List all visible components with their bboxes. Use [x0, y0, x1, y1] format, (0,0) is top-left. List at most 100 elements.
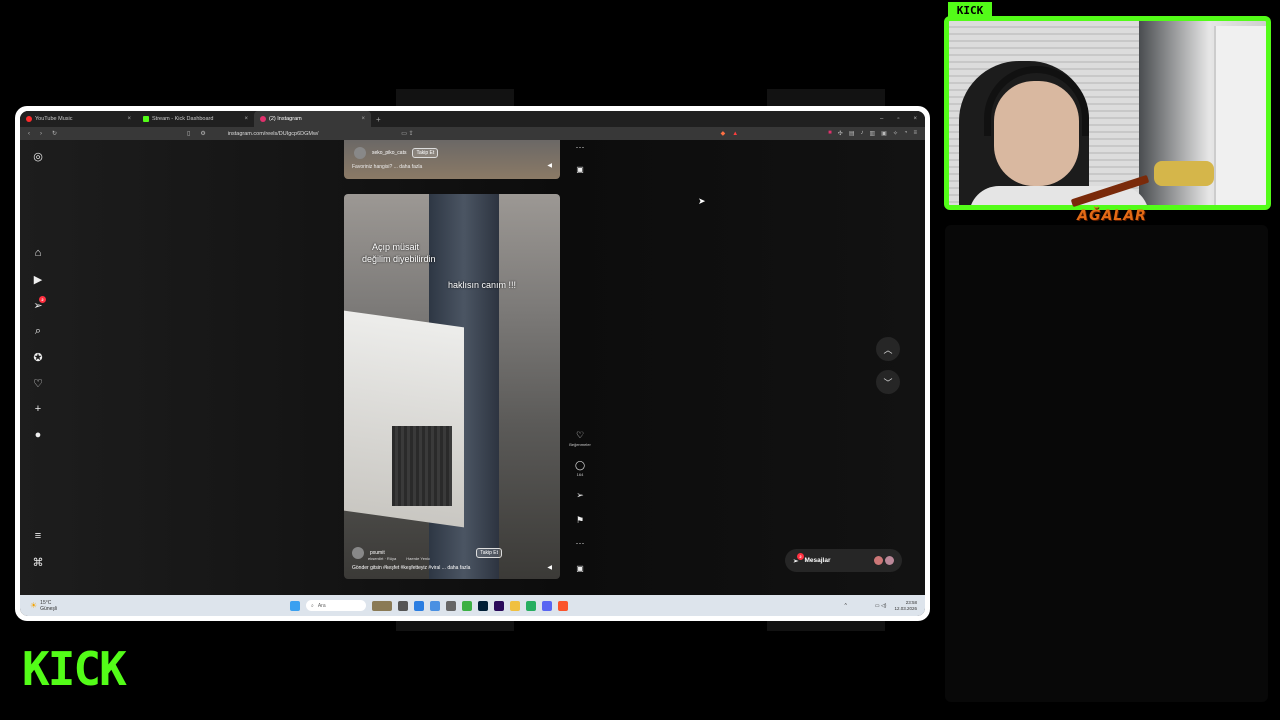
vpn-icon[interactable]: ◔	[904, 130, 908, 137]
follow-button[interactable]: Takip Et	[476, 548, 502, 558]
instagram-logo-icon[interactable]: ◎	[31, 150, 45, 163]
collab-label[interactable]: Haerde Yenic	[406, 556, 430, 561]
meta-icon[interactable]: ⌘	[31, 556, 45, 569]
new-tab-button[interactable]: +	[371, 115, 386, 124]
create-icon[interactable]: +	[31, 403, 45, 415]
clock[interactable]: 23:58 12.03.2026	[894, 600, 917, 612]
leo-icon[interactable]: ✧	[893, 130, 898, 137]
instagram-page: ◎ ⌂ ▶ ➢ 2 ⌕ ✪ ♡ + ● ≡ ⌘ seko_piko_cats Ta…	[20, 140, 925, 595]
reels-icon[interactable]: ▶	[31, 273, 45, 286]
more-options-icon[interactable]: ···	[568, 142, 592, 152]
youtube-music-icon	[26, 116, 32, 122]
avatar	[874, 556, 883, 565]
maximize-icon[interactable]: ▫	[897, 116, 899, 122]
reel-username[interactable]: seko_piko_cats	[372, 150, 406, 156]
discord-icon[interactable]	[542, 600, 552, 611]
explore-icon[interactable]: ✪	[31, 351, 45, 364]
tab-label: (2) Instagram	[269, 116, 302, 122]
taskbar-search[interactable]: ⌕ Ara	[306, 600, 366, 611]
extensions-bar: ■ ✣ ▤ ♪ ▥ ▣ ✧ ◔ ≡	[828, 130, 917, 137]
minimize-icon[interactable]: –	[880, 116, 883, 122]
audio-thumbnail[interactable]: ▣	[568, 165, 592, 174]
tab-instagram[interactable]: (2) Instagram ×	[254, 111, 371, 127]
search-icon: ⌕	[311, 602, 314, 609]
app-icon[interactable]	[526, 600, 536, 611]
reel-caption[interactable]: Favoriniz hangisi? ... daha fazla	[352, 164, 422, 170]
volume-icon[interactable]: ◀	[547, 564, 552, 571]
search-icon[interactable]: ⌕	[31, 325, 45, 338]
brave-icon[interactable]	[558, 600, 568, 611]
windows-taskbar: ☀ 15°C Güneşli ⌕ Ara ^ ▭ ◁) 23:58 12.03.…	[20, 595, 925, 616]
messages-icon[interactable]: ➢ 2	[31, 296, 46, 312]
puzzle-icon[interactable]: ✣	[838, 130, 843, 137]
close-tab-icon[interactable]: ×	[127, 116, 131, 122]
bookmark-icon[interactable]: ▯	[187, 130, 190, 137]
screen-capture-window: YouTube Music × Stream - Kick Dashboard …	[15, 106, 930, 621]
weather-desc: Güneşli	[40, 605, 58, 612]
music-icon[interactable]: ♪	[860, 130, 863, 137]
webcam-background	[1154, 161, 1214, 186]
widget-icon[interactable]	[372, 600, 392, 611]
messages-button[interactable]: ➢ 2 Mesajlar	[785, 549, 902, 572]
xbox-icon[interactable]	[462, 600, 472, 611]
share-button[interactable]: ➢	[568, 490, 592, 501]
reel-caption[interactable]: Gönder gitsin #keşfet #keşfetteyiz #vira…	[352, 565, 552, 571]
app-icon[interactable]	[414, 600, 424, 611]
photoshop-icon[interactable]	[478, 600, 488, 611]
folder-icon[interactable]	[510, 600, 520, 611]
volume-icon[interactable]: ◀	[547, 162, 552, 169]
profile-icon[interactable]: ●	[31, 429, 45, 441]
menu-icon[interactable]: ≡	[913, 130, 917, 137]
tab-kick-dashboard[interactable]: Stream - Kick Dashboard ×	[137, 111, 254, 127]
forward-icon[interactable]: ›	[40, 131, 42, 137]
site-info-icon[interactable]: ⚙	[200, 130, 205, 137]
tray-chevron-icon[interactable]: ^	[844, 603, 846, 609]
extension-icon[interactable]: ■	[828, 130, 832, 137]
previous-reel[interactable]: seko_piko_cats Takip Et Favoriniz hangis…	[344, 140, 560, 179]
more-options-icon[interactable]: ···	[568, 538, 592, 548]
close-tab-icon[interactable]: ×	[361, 116, 365, 122]
panel-icon[interactable]: ▥	[869, 130, 875, 137]
save-button[interactable]: ⚑	[568, 515, 592, 526]
next-reel-button[interactable]: ﹀	[876, 370, 900, 394]
follow-button[interactable]: Takip Et	[412, 148, 439, 158]
notification-badge: 2	[39, 296, 46, 303]
messages-badge: 2	[797, 552, 804, 560]
mouse-cursor-icon: ➤	[698, 196, 706, 206]
tab-youtube-music[interactable]: YouTube Music ×	[20, 111, 137, 127]
premiere-icon[interactable]	[494, 600, 504, 611]
chevron-down-icon: ﹀	[883, 377, 893, 388]
app-icon[interactable]	[446, 600, 456, 611]
tray-icons[interactable]: ▭ ◁)	[875, 603, 887, 609]
avatar[interactable]	[354, 147, 366, 159]
sidebar-icon[interactable]: ▤	[849, 130, 855, 137]
brave-shield-icon[interactable]: ◆	[721, 130, 726, 137]
avatar[interactable]	[352, 547, 364, 559]
tab-label: Stream - Kick Dashboard	[152, 116, 214, 122]
heart-icon[interactable]: ♡	[31, 377, 45, 390]
close-window-icon[interactable]: ×	[913, 116, 917, 122]
webcam-feed	[944, 16, 1271, 210]
audio-thumbnail[interactable]: ▣	[568, 564, 592, 573]
reel-video[interactable]: Açıp müsait değilim diyebilirdin haklısı…	[344, 194, 560, 579]
weather-widget[interactable]: ☀ 15°C Güneşli	[20, 600, 170, 612]
close-tab-icon[interactable]: ×	[244, 116, 248, 122]
reel-overlay-text: değilim diyebilirdin	[362, 254, 436, 264]
previous-reel-button[interactable]: ︿	[876, 337, 900, 361]
like-button[interactable]: ♡ Beğenmeler	[568, 430, 592, 447]
rewards-icon[interactable]: ▲	[732, 131, 738, 137]
app-icon[interactable]	[430, 600, 440, 611]
audio-label[interactable]: ekserdirt · Rüya	[368, 556, 396, 561]
url-field[interactable]: instagram.com/reels/DUIgcp6DGMw/	[228, 131, 319, 137]
wallet-icon[interactable]: ▣	[881, 130, 887, 137]
menu-icon[interactable]: ≡	[31, 530, 45, 542]
instagram-sidebar: ◎ ⌂ ▶ ➢ 2 ⌕ ✪ ♡ + ● ≡ ⌘	[20, 140, 56, 595]
back-icon[interactable]: ‹	[28, 131, 30, 137]
task-view-icon[interactable]	[398, 600, 408, 611]
addr-actions-icon[interactable]: ▭ ⇪	[401, 130, 413, 137]
start-icon[interactable]	[290, 600, 300, 611]
reload-icon[interactable]: ↻	[52, 130, 57, 137]
comment-button[interactable]: ◯ 164	[568, 460, 592, 477]
address-bar: ‹ › ↻ ▯ ⚙ instagram.com/reels/DUIgcp6DGM…	[20, 127, 925, 140]
home-icon[interactable]: ⌂	[31, 247, 45, 259]
